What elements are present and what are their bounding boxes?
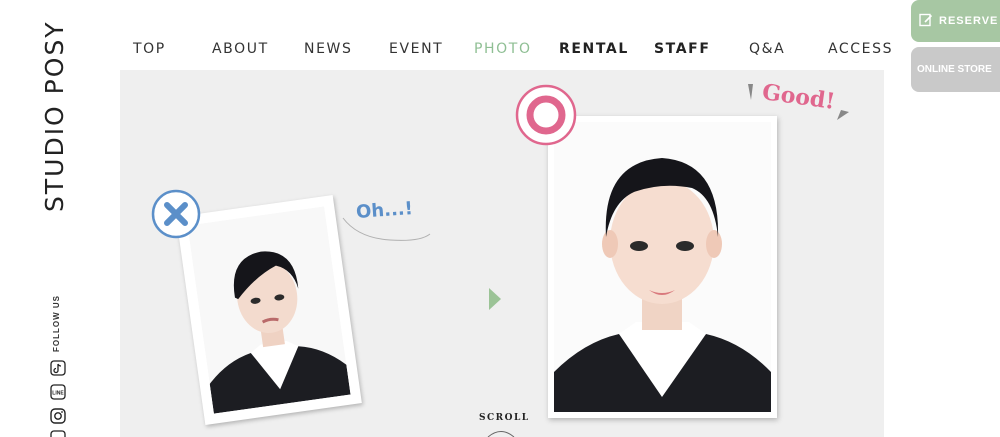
circle-mark-icon <box>515 84 577 151</box>
follow-us-label: FOLLOW US <box>52 295 61 352</box>
nav-item-rental[interactable]: RENTAL <box>559 41 629 57</box>
main-nav: TOP ABOUT NEWS EVENT PHOTO RENTAL STAFF … <box>0 41 900 59</box>
x-mark-icon <box>151 189 201 244</box>
good-photo <box>554 122 771 412</box>
nav-item-photo[interactable]: PHOTO <box>474 41 532 57</box>
nav-item-qa[interactable]: Q&A <box>749 41 785 57</box>
reserve-button[interactable]: RESERVE <box>911 0 1000 42</box>
speech-tail-icon <box>342 217 431 241</box>
line-icon-text: LINE <box>52 391 64 397</box>
online-store-label: ONLINE STORE <box>917 64 992 75</box>
line-icon[interactable]: LINE <box>50 384 66 400</box>
nav-item-access[interactable]: ACCESS <box>828 41 893 57</box>
arrow-right-icon <box>489 288 501 310</box>
nav-item-event[interactable]: EVENT <box>389 41 443 57</box>
edit-icon <box>919 13 933 30</box>
bad-photo <box>187 206 351 414</box>
nav-item-top[interactable]: TOP <box>133 41 166 57</box>
sparkle-icon <box>748 84 849 120</box>
nav-item-about[interactable]: ABOUT <box>212 41 269 57</box>
scroll-indicator[interactable]: SCROLL <box>479 413 530 423</box>
nav-item-news[interactable]: NEWS <box>304 41 352 57</box>
nav-item-staff[interactable]: STAFF <box>654 41 711 57</box>
tiktok-icon[interactable] <box>50 360 66 376</box>
instagram-icon[interactable] <box>50 408 66 424</box>
reserve-label: RESERVE <box>939 15 999 27</box>
good-photo-card <box>548 116 777 418</box>
social-icon-partial[interactable] <box>50 430 66 437</box>
scroll-circle-icon <box>487 431 515 437</box>
bad-photo-card <box>176 195 362 425</box>
online-store-button[interactable]: ONLINE STORE <box>911 47 1000 92</box>
